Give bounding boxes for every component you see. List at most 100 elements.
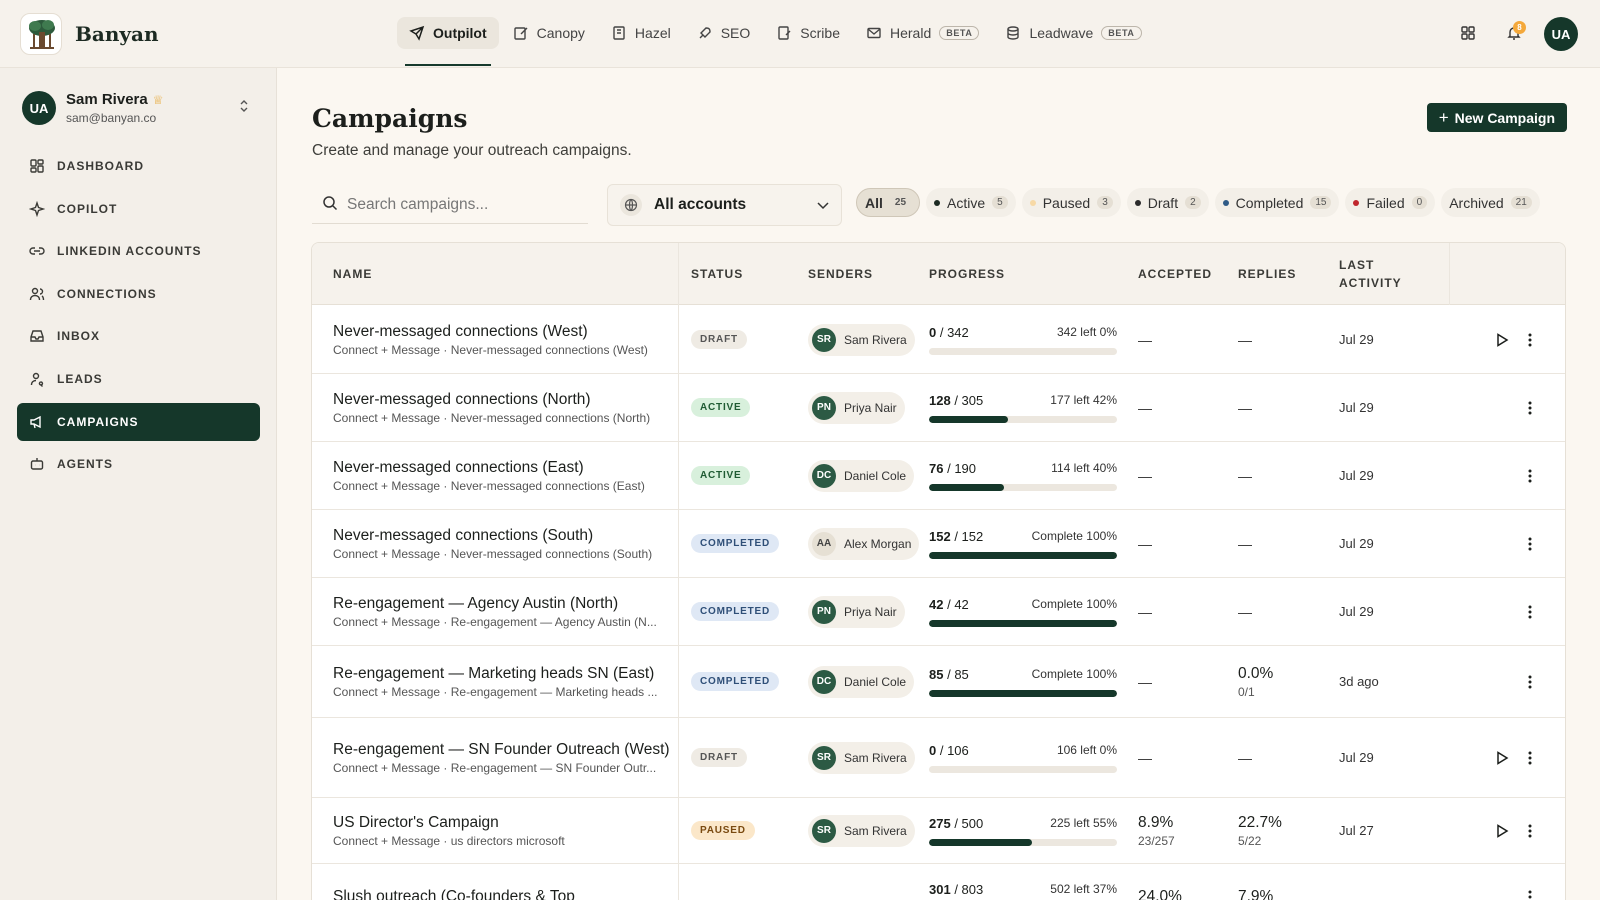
sidebar-item-dashboard[interactable]: DASHBOARD bbox=[17, 147, 260, 185]
sender-avatar: PN bbox=[812, 395, 836, 420]
sender-chip[interactable]: DC Daniel Cole bbox=[808, 459, 915, 492]
nav-seo[interactable]: SEO bbox=[685, 17, 763, 49]
campaign-name-cell[interactable]: Slush outreach (Co-founders & Top bbox=[333, 864, 673, 900]
column-header-replies[interactable]: REPLIES bbox=[1238, 243, 1296, 305]
campaign-name-cell[interactable]: Never-messaged connections (West) Connect… bbox=[333, 306, 673, 373]
table-row[interactable]: Re-engagement — SN Founder Outreach (Wes… bbox=[312, 718, 1565, 798]
play-button[interactable] bbox=[1491, 820, 1513, 842]
campaign-description: Connect + Message · Never-messaged conne… bbox=[333, 547, 653, 561]
campaign-name-cell[interactable]: Re-engagement — SN Founder Outreach (Wes… bbox=[333, 718, 673, 797]
row-actions bbox=[1474, 718, 1565, 797]
more-menu-button[interactable] bbox=[1519, 533, 1541, 555]
campaign-name-cell[interactable]: US Director's Campaign Connect + Message … bbox=[333, 798, 673, 863]
nav-hazel[interactable]: Hazel bbox=[599, 17, 683, 49]
column-header-progress[interactable]: PROGRESS bbox=[929, 243, 1005, 305]
campaign-name[interactable]: Never-messaged connections (West) bbox=[333, 322, 673, 341]
filter-failed[interactable]: Failed 0 bbox=[1345, 188, 1436, 217]
status-dot-icon bbox=[1029, 199, 1036, 206]
campaign-name[interactable]: Re-engagement — Marketing heads SN (East… bbox=[333, 664, 673, 683]
filter-count: 3 bbox=[1097, 196, 1113, 209]
campaign-name[interactable]: US Director's Campaign bbox=[333, 813, 673, 832]
more-menu-button[interactable] bbox=[1519, 886, 1541, 900]
play-button[interactable] bbox=[1491, 329, 1513, 351]
campaign-name-cell[interactable]: Never-messaged connections (East) Connect… bbox=[333, 442, 673, 509]
sidebar-item-inbox[interactable]: INBOX bbox=[17, 317, 260, 355]
sender-chip[interactable]: SR Sam Rivera bbox=[808, 741, 915, 774]
replies-rate: — bbox=[1238, 467, 1252, 484]
filter-paused[interactable]: Paused 3 bbox=[1021, 188, 1121, 217]
column-header-name[interactable]: NAME bbox=[333, 243, 372, 305]
campaign-name[interactable]: Never-messaged connections (East) bbox=[333, 458, 673, 477]
nav-outpilot[interactable]: Outpilot bbox=[397, 17, 499, 66]
table-row[interactable]: Never-messaged connections (South) Connec… bbox=[312, 510, 1565, 578]
sidebar-item-linkedin-accounts[interactable]: LINKEDIN ACCOUNTS bbox=[17, 232, 260, 270]
sidebar-item-label: CAMPAIGNS bbox=[57, 414, 139, 429]
account-switcher[interactable]: UA Sam Rivera ♕ sam@banyan.co bbox=[22, 91, 254, 125]
sender-chip[interactable]: SR Sam Rivera bbox=[808, 814, 915, 847]
campaign-name-cell[interactable]: Re-engagement — Marketing heads SN (East… bbox=[333, 646, 673, 717]
sidebar-item-leads[interactable]: LEADS bbox=[17, 360, 260, 398]
column-header-status[interactable]: STATUS bbox=[691, 243, 743, 305]
sidebar-item-connections[interactable]: CONNECTIONS bbox=[17, 275, 260, 313]
table-row[interactable]: Slush outreach (Co-founders & Top 301 / 8… bbox=[312, 864, 1565, 900]
sender-chip[interactable]: AA Alex Morgan bbox=[808, 527, 920, 560]
campaign-name[interactable]: Re-engagement — SN Founder Outreach (Wes… bbox=[333, 740, 673, 759]
sidebar-item-copilot[interactable]: COPILOT bbox=[17, 190, 260, 228]
progress-total: 342 bbox=[947, 324, 969, 340]
table-row[interactable]: Never-messaged connections (North) Connec… bbox=[312, 374, 1565, 442]
sender-chip[interactable]: DC Daniel Cole bbox=[808, 665, 915, 698]
more-menu-button[interactable] bbox=[1519, 820, 1541, 842]
nav-scribe[interactable]: Scribe bbox=[764, 17, 852, 49]
notifications-button[interactable]: 8 bbox=[1498, 18, 1530, 50]
sender-chip[interactable]: SR Sam Rivera bbox=[808, 323, 915, 356]
search-input[interactable]: Search campaigns... bbox=[312, 186, 588, 224]
filter-all[interactable]: All 25 bbox=[856, 188, 921, 217]
apps-grid-button[interactable] bbox=[1452, 18, 1484, 50]
play-button[interactable] bbox=[1491, 747, 1513, 769]
table-row[interactable]: US Director's Campaign Connect + Message … bbox=[312, 798, 1565, 864]
status-cell: COMPLETED bbox=[691, 646, 779, 717]
replies-count: 0/1 bbox=[1238, 684, 1255, 699]
campaign-name[interactable]: Never-messaged connections (North) bbox=[333, 390, 673, 409]
user-avatar[interactable]: UA bbox=[1544, 17, 1578, 51]
table-row[interactable]: Re-engagement — Marketing heads SN (East… bbox=[312, 646, 1565, 718]
nav-canopy[interactable]: Canopy bbox=[501, 17, 597, 49]
sender-avatar: AA bbox=[812, 531, 836, 556]
filter-archived[interactable]: Archived 21 bbox=[1441, 188, 1540, 217]
brand[interactable]: Banyan bbox=[20, 13, 159, 55]
page-title: Campaigns bbox=[312, 104, 468, 133]
column-header-accepted[interactable]: ACCEPTED bbox=[1138, 243, 1212, 305]
campaign-name[interactable]: Re-engagement — Agency Austin (North) bbox=[333, 594, 673, 613]
more-menu-button[interactable] bbox=[1519, 329, 1541, 351]
sidebar-item-agents[interactable]: AGENTS bbox=[17, 445, 260, 483]
column-header-last-activity[interactable]: LAST ACTIVITY bbox=[1339, 243, 1402, 305]
filter-completed[interactable]: Completed 15 bbox=[1214, 188, 1340, 217]
rocket-icon bbox=[697, 25, 713, 41]
new-campaign-button[interactable]: + New Campaign bbox=[1426, 103, 1567, 132]
progress-count: 42 / 42 bbox=[929, 596, 969, 612]
nav-herald[interactable]: Herald BETA bbox=[854, 17, 991, 49]
more-menu-button[interactable] bbox=[1519, 671, 1541, 693]
table-row[interactable]: Never-messaged connections (West) Connect… bbox=[312, 306, 1565, 374]
more-menu-button[interactable] bbox=[1519, 747, 1541, 769]
sender-chip[interactable]: PN Priya Nair bbox=[808, 391, 905, 424]
filter-draft[interactable]: Draft 2 bbox=[1126, 188, 1209, 217]
more-menu-button[interactable] bbox=[1519, 465, 1541, 487]
column-header-senders[interactable]: SENDERS bbox=[808, 243, 873, 305]
more-menu-button[interactable] bbox=[1519, 601, 1541, 623]
campaign-name-cell[interactable]: Never-messaged connections (North) Connec… bbox=[333, 374, 673, 441]
sender-chip[interactable]: PN Priya Nair bbox=[808, 595, 905, 628]
table-row[interactable]: Never-messaged connections (East) Connect… bbox=[312, 442, 1565, 510]
campaign-name-cell[interactable]: Never-messaged connections (South) Connec… bbox=[333, 510, 673, 577]
sidebar-item-campaigns[interactable]: CAMPAIGNS bbox=[17, 402, 260, 441]
status-filter-chips: All 25 Active 5 Paused 3 Draft 2 Complet… bbox=[856, 188, 1546, 217]
filter-active[interactable]: Active 5 bbox=[926, 188, 1016, 217]
table-row[interactable]: Re-engagement — Agency Austin (North) Con… bbox=[312, 578, 1565, 646]
account-filter-select[interactable]: All accounts bbox=[607, 184, 842, 226]
campaign-name-cell[interactable]: Re-engagement — Agency Austin (North) Con… bbox=[333, 578, 673, 645]
campaign-name[interactable]: Slush outreach (Co-founders & Top bbox=[333, 887, 673, 900]
campaign-name[interactable]: Never-messaged connections (South) bbox=[333, 526, 673, 545]
more-menu-button[interactable] bbox=[1519, 397, 1541, 419]
replies-count: 5/22 bbox=[1238, 833, 1262, 848]
nav-leadwave[interactable]: Leadwave BETA bbox=[993, 17, 1153, 49]
